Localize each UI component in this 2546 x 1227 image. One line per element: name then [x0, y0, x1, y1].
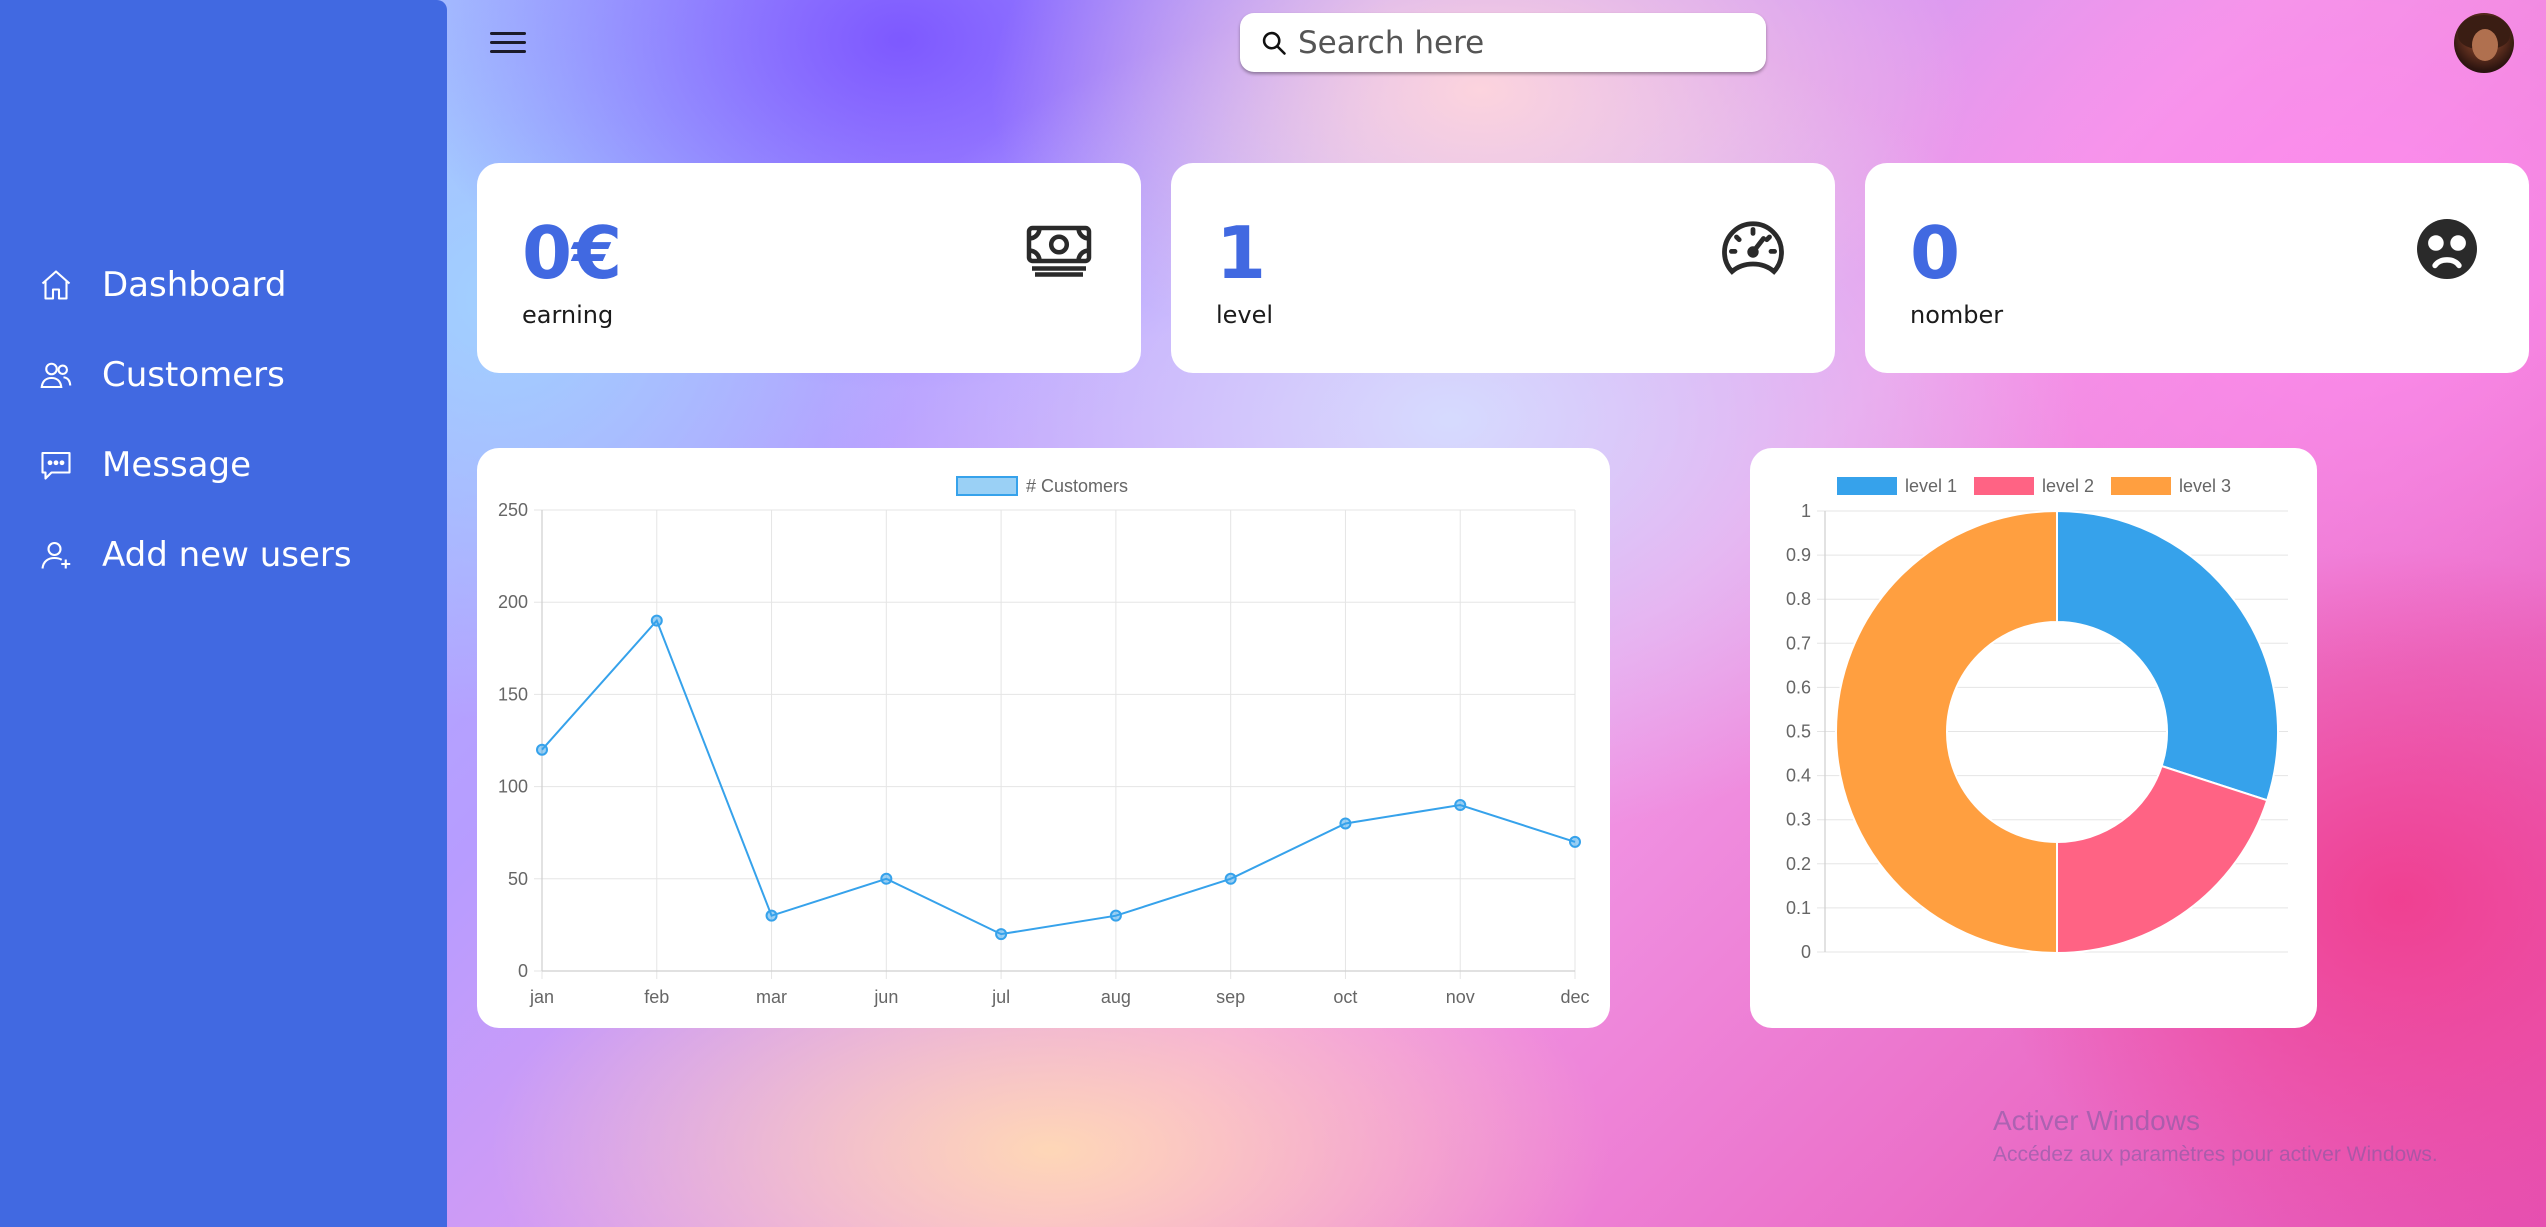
y-tick-label: 0.2	[1786, 854, 1811, 874]
legend-swatch	[1974, 477, 2034, 495]
y-tick-label: 200	[498, 592, 528, 612]
sad-face-icon	[2411, 213, 2483, 285]
legend-label: level 2	[2042, 476, 2094, 496]
card-label: earning	[522, 301, 614, 329]
chart-legend: level 1 level 2 level 3	[1837, 476, 2231, 496]
x-tick-label: sep	[1216, 987, 1245, 1007]
data-point	[650, 614, 663, 627]
x-tick-label: aug	[1101, 987, 1131, 1007]
y-tick-label: 0.5	[1786, 722, 1811, 742]
card-label: nomber	[1910, 301, 2004, 329]
watermark-title: Activer Windows	[1993, 1105, 2200, 1136]
y-tick-label: 0.7	[1786, 633, 1811, 653]
legend-label: # Customers	[1026, 476, 1128, 496]
search-icon	[1260, 29, 1288, 57]
donut-slice-level-1	[2056, 509, 2279, 802]
y-tick-label: 0.4	[1786, 766, 1811, 786]
card-label: level	[1216, 301, 1274, 329]
x-tick-label: oct	[1333, 987, 1357, 1007]
home-icon	[38, 267, 74, 303]
y-tick-label: 0	[518, 961, 528, 981]
card-value: 0€	[522, 211, 623, 295]
users-icon	[38, 357, 74, 393]
card-value: 1	[1216, 211, 1267, 295]
legend-label: level 3	[2179, 476, 2231, 496]
levels-donut-chart: level 1 level 2 level 3 0 0.1 0.2 0.3 0.4 0.5 0.6…	[1750, 448, 2317, 1028]
sidebar-item-message[interactable]: Message	[0, 420, 447, 510]
watermark-subtitle: Accédez aux paramètres pour activer Wind…	[1993, 1143, 2438, 1166]
y-tick-label: 0	[1801, 942, 1811, 962]
x-tick-label: jan	[529, 987, 554, 1007]
message-icon	[38, 447, 74, 483]
level-card: 1 level	[1171, 163, 1835, 373]
data-point	[1454, 799, 1467, 812]
x-tick-label: nov	[1446, 987, 1475, 1007]
y-tick-label: 0.9	[1786, 545, 1811, 565]
y-tick-label: 50	[508, 869, 528, 889]
sidebar-item-dashboard[interactable]: Dashboard	[0, 240, 447, 330]
data-point	[1569, 835, 1581, 848]
legend-swatch	[956, 476, 1018, 496]
sidebar-item-label: Dashboard	[102, 265, 287, 305]
donut-chart-svg: level 1 level 2 level 3 0 0.1 0.2 0.3 0.4 0.5 0.6…	[1786, 476, 2288, 962]
data-point	[1109, 909, 1122, 922]
legend-swatch	[1837, 477, 1897, 495]
sidebar-item-label: Add new users	[102, 535, 352, 575]
legend-label: level 1	[1905, 476, 1957, 496]
x-tick-label: feb	[644, 987, 669, 1007]
series-line-customers	[541, 618, 1576, 936]
user-avatar[interactable]	[2454, 13, 2514, 73]
card-value: 0	[1910, 211, 1961, 295]
data-point	[880, 872, 893, 885]
customers-line-chart: # Customers 0 50 100 150 200 250 jan feb mar jun ju…	[477, 448, 1610, 1028]
y-tick-label: 250	[498, 500, 528, 520]
y-tick-label: 1	[1801, 501, 1811, 521]
y-tick-label: 0.6	[1786, 677, 1811, 697]
data-point	[995, 928, 1008, 941]
y-tick-label: 150	[498, 684, 528, 704]
x-tick-label: dec	[1560, 987, 1589, 1007]
data-point	[536, 743, 548, 756]
legend-swatch	[2111, 477, 2171, 495]
line-chart-svg: # Customers 0 50 100 150 200 250 jan feb mar jun ju…	[498, 476, 1590, 1007]
speedometer-icon	[1717, 213, 1789, 285]
donut-slice-level-2	[2056, 764, 2269, 955]
hamburger-menu-icon[interactable]	[488, 26, 528, 60]
search-input[interactable]	[1298, 24, 1738, 61]
data-point	[1224, 872, 1237, 885]
sidebar-nav: Dashboard Customers Message Add new user…	[0, 240, 447, 600]
sidebar-item-label: Message	[102, 445, 252, 485]
nomber-card: 0 nomber	[1865, 163, 2529, 373]
data-point	[1339, 817, 1352, 830]
y-tick-label: 0.1	[1786, 898, 1811, 918]
sidebar-item-customers[interactable]: Customers	[0, 330, 447, 420]
search-bar[interactable]	[1240, 13, 1766, 72]
data-point	[765, 909, 778, 922]
y-tick-label: 100	[498, 777, 528, 797]
x-tick-label: mar	[756, 987, 787, 1007]
money-icon	[1023, 213, 1095, 285]
sidebar-item-label: Customers	[102, 355, 285, 395]
add-user-icon	[38, 537, 74, 573]
y-tick-label: 0.8	[1786, 589, 1811, 609]
sidebar: Dashboard Customers Message Add new user…	[0, 0, 447, 1227]
y-tick-label: 0.3	[1786, 810, 1811, 830]
x-tick-label: jun	[873, 987, 898, 1007]
x-tick-label: jul	[991, 987, 1010, 1007]
earning-card: 0€ earning	[477, 163, 1141, 373]
chart-legend: # Customers	[956, 476, 1128, 496]
windows-activation-watermark: Activer Windows Accédez aux paramètres p…	[1993, 1105, 2438, 1167]
sidebar-item-add-new-users[interactable]: Add new users	[0, 510, 447, 600]
